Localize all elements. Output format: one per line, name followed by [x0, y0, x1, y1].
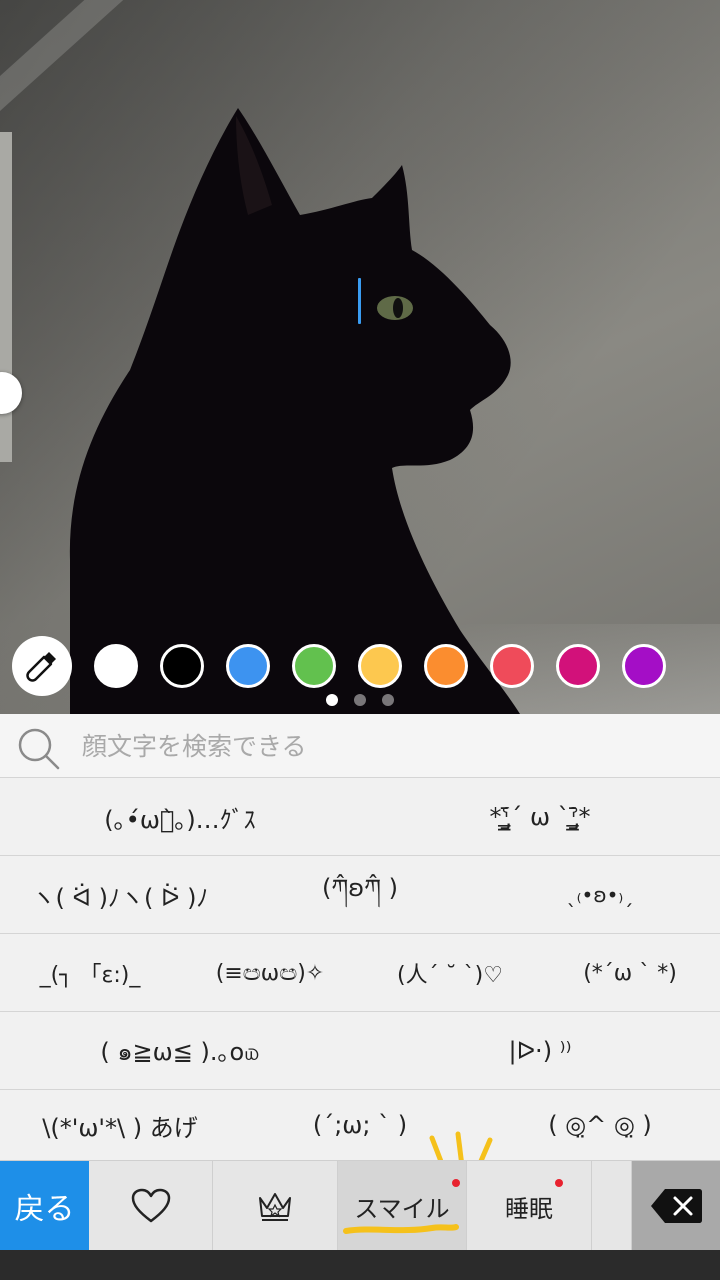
- color-swatch-orange[interactable]: [424, 644, 468, 688]
- kaomoji-item[interactable]: (｡•́ωก̀｡)…ｸﾞｽ: [0, 778, 360, 856]
- search-input[interactable]: [82, 724, 702, 768]
- black-cat-silhouette: [69, 108, 520, 714]
- color-swatch-blue[interactable]: [226, 644, 270, 688]
- kaomoji-item[interactable]: ˎ₍•ʚ•₎ˏ: [480, 856, 720, 934]
- tab-favorites[interactable]: [89, 1161, 213, 1251]
- text-cursor: [358, 278, 361, 324]
- tab-ranking[interactable]: [213, 1161, 338, 1251]
- new-badge-dot: [555, 1179, 563, 1187]
- kaomoji-item[interactable]: *ˁ̡̱̲̳̄ˊ ω ˋˀ̡̱̲̳̄*: [360, 778, 720, 856]
- delete-button[interactable]: [632, 1161, 720, 1251]
- kaomoji-row: (｡•́ωก̀｡)…ｸﾞｽ *ˁ̡̱̲̳̄ˊ ω ˋˀ̡̱̲̳̄*: [0, 778, 720, 856]
- kaomoji-item[interactable]: ( ◎̤^ ◎̤ ): [480, 1090, 720, 1160]
- page-dot-2[interactable]: [354, 694, 366, 706]
- page-dot-1[interactable]: [326, 694, 338, 706]
- kaomoji-row: ヽ( ᐛ )ﾉヽ( ᐖ )ﾉ (ཀ̂ʚཀ̂ ) ˎ₍•ʚ•₎ˏ: [0, 856, 720, 934]
- tab-more[interactable]: [592, 1161, 632, 1251]
- color-swatch-purple[interactable]: [622, 644, 666, 688]
- new-badge-dot: [452, 1179, 460, 1187]
- category-tab-bar: 戻る スマイル 睡眠: [0, 1160, 720, 1251]
- color-swatch-yellow[interactable]: [358, 644, 402, 688]
- kaomoji-row: \(*'ω'*\ ) あげ (´;ω; ` ) ( ◎̤^ ◎̤ ): [0, 1090, 720, 1160]
- color-swatch-white[interactable]: [94, 644, 138, 688]
- color-swatch-magenta[interactable]: [556, 644, 600, 688]
- crown-icon: [259, 1193, 291, 1221]
- page-indicator: [0, 694, 720, 708]
- kaomoji-item[interactable]: _(┐ 「ε:)_: [0, 934, 180, 1012]
- tab-sleep[interactable]: 睡眠: [467, 1161, 592, 1251]
- bottom-strip: [0, 1250, 720, 1280]
- highlight-underline: [343, 1224, 459, 1234]
- backspace-icon: [651, 1189, 702, 1223]
- kaomoji-row: _(┐ 「ε:)_ (≡ඏωඏ)✧ (人´ ˘ `)♡ (*´ω ` *): [0, 934, 720, 1012]
- kaomoji-item[interactable]: |ᐅ·) ⁾⁾: [360, 1012, 720, 1090]
- kaomoji-item[interactable]: (*´ω ` *): [540, 934, 720, 1012]
- color-palette: [0, 636, 720, 696]
- search-icon: [18, 728, 60, 770]
- kaomoji-item[interactable]: (ཀ̂ʚཀ̂ ): [240, 856, 480, 934]
- heart-icon: [131, 1188, 170, 1223]
- photo-canvas[interactable]: [0, 0, 720, 714]
- kaomoji-row: ( ๑≧ω≦ ).｡o௰ |ᐅ·) ⁾⁾: [0, 1012, 720, 1090]
- kaomoji-keyboard: (｡•́ωก̀｡)…ｸﾞｽ *ˁ̡̱̲̳̄ˊ ω ˋˀ̡̱̲̳̄* ヽ( ᐛ )…: [0, 714, 720, 1280]
- back-button[interactable]: 戻る: [0, 1161, 89, 1251]
- kaomoji-item[interactable]: ヽ( ᐛ )ﾉヽ( ᐖ )ﾉ: [0, 856, 240, 934]
- page-dot-3[interactable]: [382, 694, 394, 706]
- kaomoji-item[interactable]: \(*'ω'*\ ) あげ: [0, 1090, 240, 1160]
- color-swatch-green[interactable]: [292, 644, 336, 688]
- color-swatch-red[interactable]: [490, 644, 534, 688]
- kaomoji-item[interactable]: (≡ඏωඏ)✧: [180, 934, 360, 1012]
- tab-smile[interactable]: スマイル: [338, 1161, 467, 1251]
- color-swatch-black[interactable]: [160, 644, 204, 688]
- tab-sleep-label: 睡眠: [505, 1194, 553, 1223]
- tab-smile-label: スマイル: [354, 1194, 450, 1223]
- search-bar: [0, 714, 720, 778]
- kaomoji-item[interactable]: ( ๑≧ω≦ ).｡o௰: [0, 1012, 360, 1090]
- eyedropper-icon[interactable]: [12, 636, 72, 696]
- kaomoji-item[interactable]: (人´ ˘ `)♡: [360, 934, 540, 1012]
